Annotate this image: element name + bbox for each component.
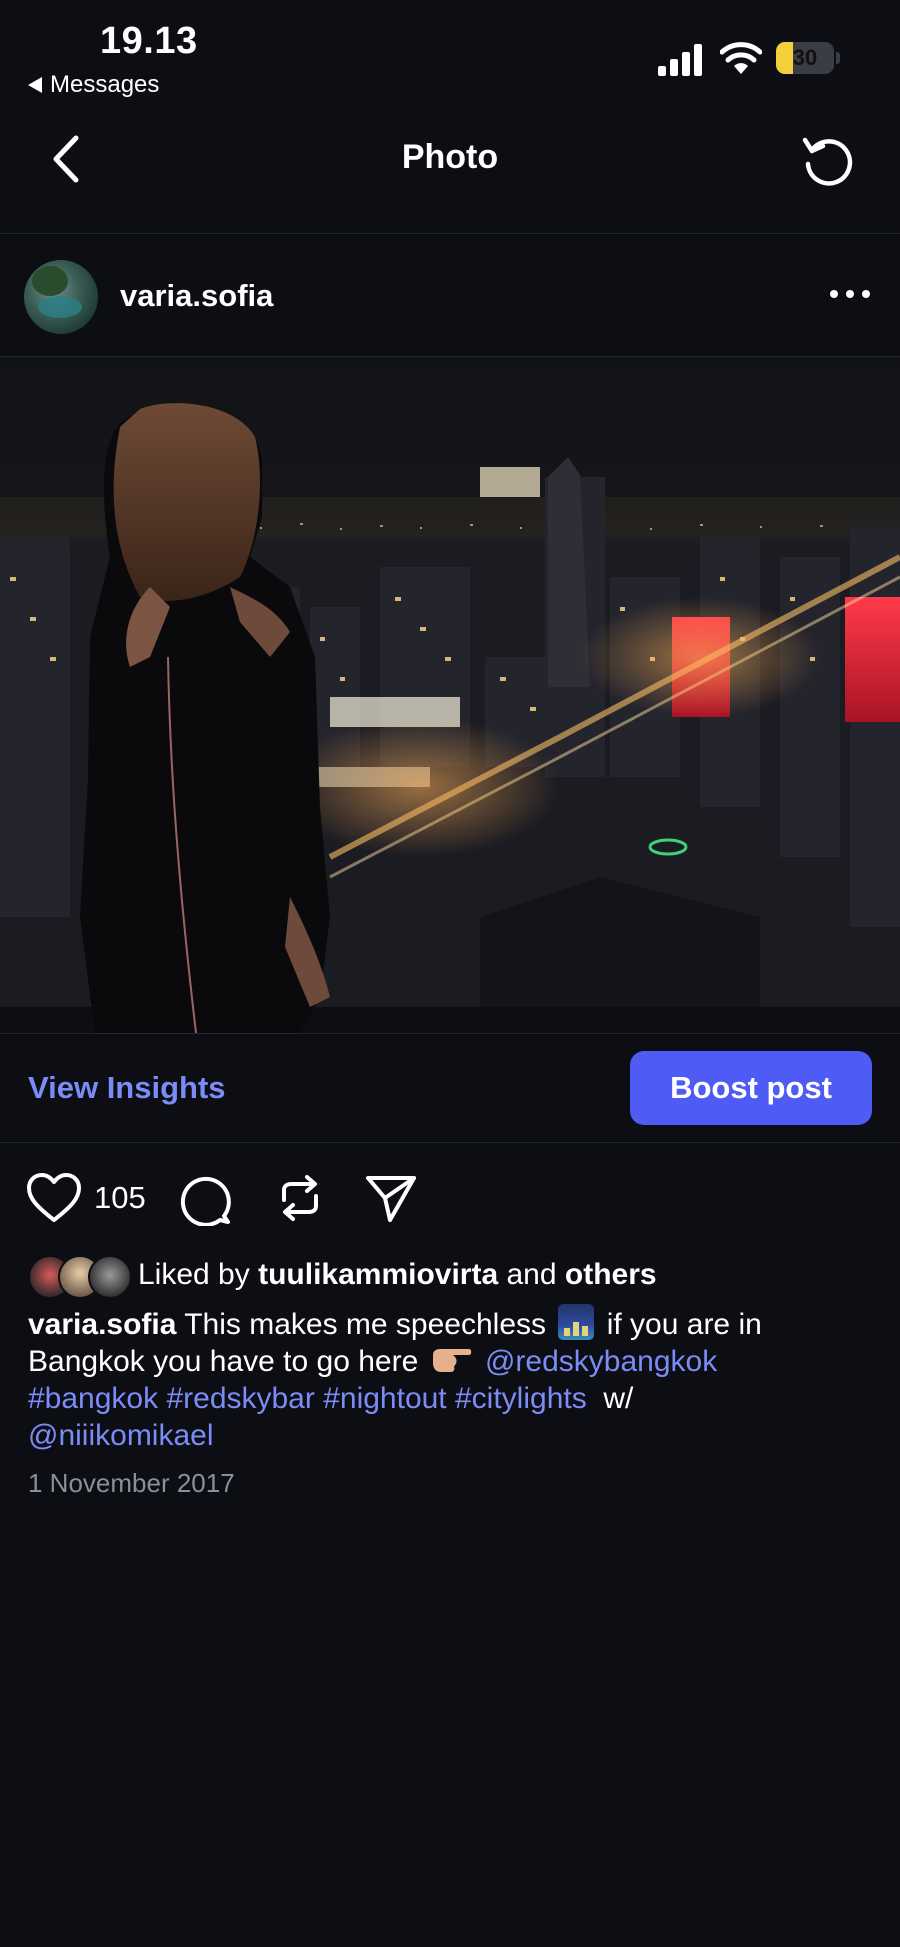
status-bar: 19.13 Messages 30 xyxy=(0,0,900,110)
caption-mention[interactable]: @niiikomikael xyxy=(28,1419,214,1452)
caption-with: w/ xyxy=(603,1382,634,1415)
refresh-icon[interactable] xyxy=(800,134,856,190)
cellular-signal-icon xyxy=(658,44,702,76)
back-to-messages-link[interactable]: Messages xyxy=(28,71,159,99)
liked-by-user[interactable]: tuulikammiovirta xyxy=(258,1258,498,1291)
wifi-icon xyxy=(720,42,762,74)
avatar-pool xyxy=(38,296,82,318)
ellipsis-icon[interactable] xyxy=(826,286,874,302)
navigation-bar: Photo xyxy=(0,110,900,233)
caption-hashtag[interactable]: #nightout xyxy=(323,1382,446,1415)
liked-by-text: Liked by tuulikammiovirta and others xyxy=(138,1258,657,1292)
insights-row: View Insights Boost post xyxy=(0,1034,900,1142)
city-night-photo xyxy=(0,403,900,1033)
back-triangle-icon xyxy=(28,77,42,93)
post-header: varia.sofia xyxy=(0,234,900,356)
liked-by-row[interactable]: Liked by tuulikammiovirta and others xyxy=(28,1254,888,1299)
post-username[interactable]: varia.sofia xyxy=(120,278,273,314)
battery-percent: 30 xyxy=(792,45,818,70)
caption-mention[interactable]: @redskybangkok xyxy=(485,1345,717,1378)
caption-hashtag[interactable]: #bangkok xyxy=(28,1382,158,1415)
share-icon[interactable] xyxy=(364,1172,418,1224)
avatar xyxy=(88,1255,132,1299)
caption-username[interactable]: varia.sofia xyxy=(28,1308,176,1341)
pointing-hand-emoji-icon xyxy=(432,1349,471,1372)
avatar-tree xyxy=(32,266,68,296)
liked-by-prefix: Liked by xyxy=(138,1258,250,1291)
avatar[interactable] xyxy=(24,260,98,334)
post-date: 1 November 2017 xyxy=(28,1468,235,1498)
post-caption: varia.sofia This makes me speechless if … xyxy=(28,1304,878,1454)
night-city-emoji-icon xyxy=(558,1304,595,1340)
status-time: 19.13 xyxy=(100,20,198,62)
heart-icon[interactable] xyxy=(26,1172,82,1224)
like-count: 105 xyxy=(94,1180,146,1215)
caption-hashtag[interactable]: #citylights xyxy=(455,1382,587,1415)
post-photo[interactable] xyxy=(0,357,900,1033)
back-app-label: Messages xyxy=(50,71,160,98)
view-insights-link[interactable]: View Insights xyxy=(28,1070,226,1106)
post-actions: 105 xyxy=(0,1142,900,1252)
repost-icon[interactable] xyxy=(274,1172,326,1224)
comment-icon[interactable] xyxy=(180,1172,234,1226)
liker-avatars xyxy=(28,1255,132,1299)
battery-icon: 30 xyxy=(776,42,834,74)
liked-by-and: and xyxy=(506,1258,557,1291)
battery-cap xyxy=(836,52,840,64)
liked-by-others[interactable]: others xyxy=(565,1258,657,1291)
caption-text: This makes me speechless xyxy=(184,1308,547,1341)
page-title: Photo xyxy=(401,138,499,176)
boost-post-button[interactable]: Boost post xyxy=(630,1051,872,1125)
caption-hashtag[interactable]: #redskybar xyxy=(166,1382,314,1415)
